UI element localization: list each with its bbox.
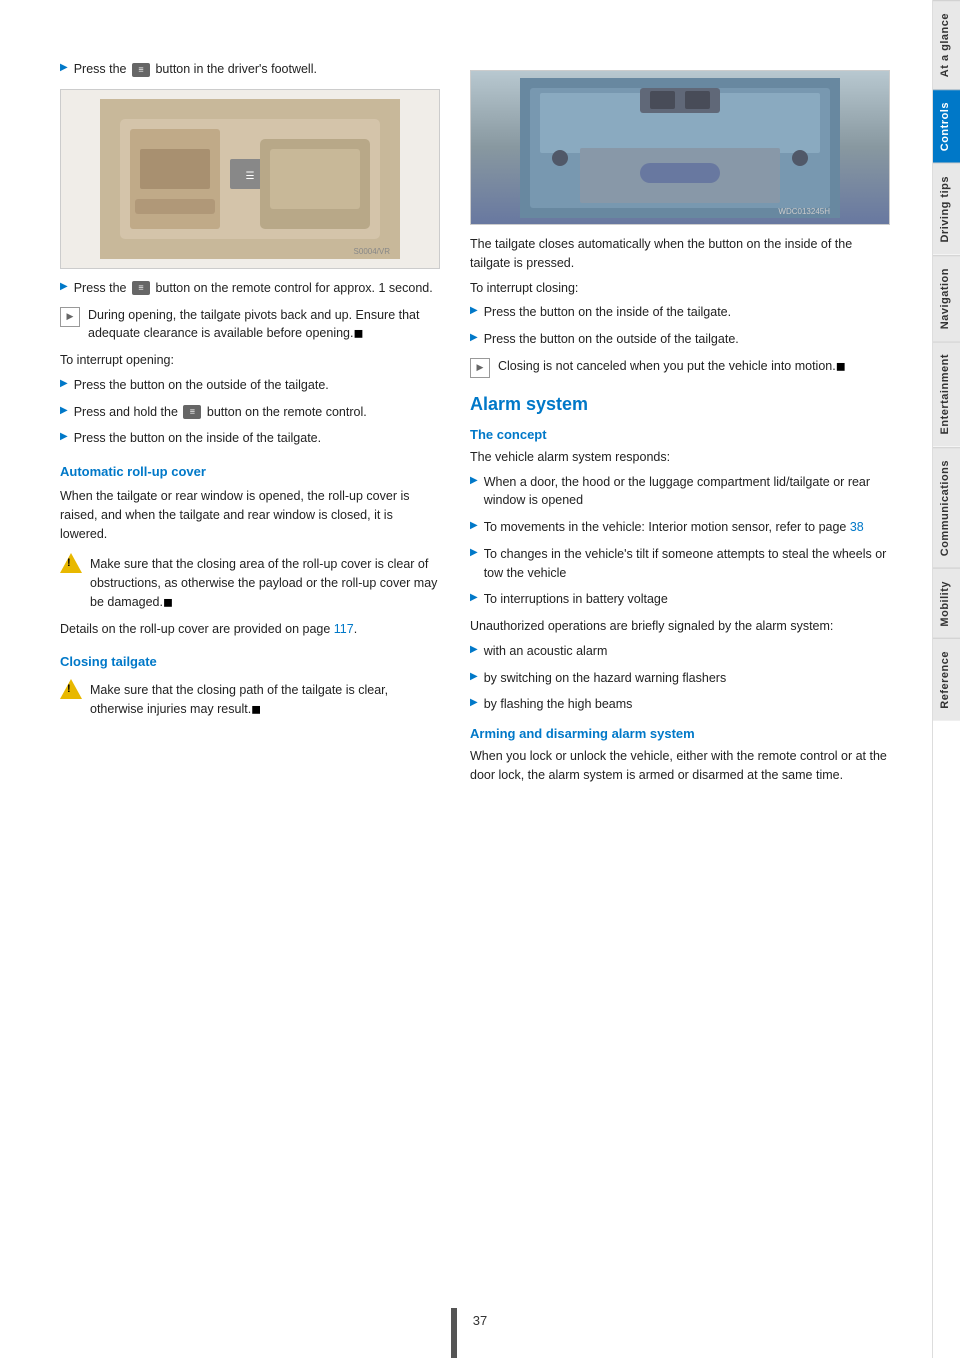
bullet-remote: ▶ Press the button on the remote control…	[60, 279, 440, 298]
unauthorized-bullet-1: ▶ with an acoustic alarm	[470, 642, 890, 661]
interrupt-bullet-2-text: Press and hold the button on the remote …	[74, 403, 367, 422]
to-interrupt-closing-label: To interrupt closing:	[470, 279, 890, 298]
closing-bullet-1-text: Press the button on the inside of the ta…	[484, 303, 731, 322]
trunk-image: WDC013245H	[470, 70, 890, 225]
sidebar-tab-entertainment[interactable]: Entertainment	[933, 341, 960, 446]
closing-bullet-1: ▶ Press the button on the inside of the …	[470, 303, 890, 322]
remote-button-2-icon	[183, 405, 201, 419]
trunk-image-container: WDC013245H	[470, 70, 890, 225]
automatic-rollup-heading: Automatic roll-up cover	[60, 464, 440, 479]
concept-bullet-1: ▶ When a door, the hood or the luggage c…	[470, 473, 890, 511]
notice-not-canceled: ▶ Closing is not canceled when you put t…	[470, 357, 890, 378]
unauthorized-bullet-2: ▶ by switching on the hazard warning fla…	[470, 669, 890, 688]
page-number-bar	[451, 1308, 457, 1358]
concept-arrow-3-icon: ▶	[470, 547, 478, 558]
sidebar-tab-controls[interactable]: Controls	[933, 89, 960, 163]
closing-bullet-2-text: Press the button on the outside of the t…	[484, 330, 739, 349]
concept-bullet-2-text: To movements in the vehicle: Interior mo…	[484, 518, 864, 537]
car-interior-image: ☰ S0004/VR	[60, 89, 440, 269]
unauth-arrow-1-icon: ▶	[470, 644, 478, 655]
concept-arrow-1-icon: ▶	[470, 475, 478, 486]
svg-text:S0004/VR: S0004/VR	[354, 247, 391, 256]
car-interior-svg: ☰ S0004/VR	[100, 99, 400, 259]
concept-bullet-4: ▶ To interruptions in battery voltage	[470, 590, 890, 609]
remote-button-icon	[132, 281, 150, 295]
unauth-arrow-2-icon: ▶	[470, 671, 478, 682]
sidebar-tab-at-a-glance[interactable]: At a glance	[933, 0, 960, 89]
interrupt-bullet-1: ▶ Press the button on the outside of the…	[60, 376, 440, 395]
car-interior-image-container: ☰ S0004/VR	[60, 89, 440, 269]
unauthorized-text: Unauthorized operations are briefly sign…	[470, 617, 890, 636]
unauthorized-bullet-3-text: by flashing the high beams	[484, 695, 633, 714]
remote-bullet-text: Press the button on the remote control f…	[74, 279, 433, 298]
bullet-arrow-2-icon: ▶	[60, 405, 68, 416]
warning-rollup: Make sure that the closing area of the r…	[60, 551, 440, 611]
concept-bullet-2: ▶ To movements in the vehicle: Interior …	[470, 518, 890, 537]
notice-opening: ▶ During opening, the tailgate pivots ba…	[60, 306, 440, 344]
warning-closing-icon	[60, 679, 82, 699]
tailgate-caption: The tailgate closes automatically when t…	[470, 235, 890, 273]
page-number: 37	[473, 1313, 487, 1328]
sidebar-tab-driving-tips[interactable]: Driving tips	[933, 163, 960, 255]
bullet-footwell: ▶ Press the button in the driver's footw…	[60, 60, 440, 79]
details-rollup-text: Details on the roll-up cover are provide…	[60, 620, 440, 639]
page-38-link[interactable]: 38	[850, 520, 864, 534]
concept-arrow-4-icon: ▶	[470, 592, 478, 603]
warning-closing: Make sure that the closing path of the t…	[60, 677, 440, 719]
concept-intro-text: The vehicle alarm system responds:	[470, 448, 890, 467]
notice-arrow-icon: ▶	[60, 307, 80, 327]
concept-bullet-3-text: To changes in the vehicle's tilt if some…	[484, 545, 890, 583]
sidebar-tab-reference[interactable]: Reference	[933, 638, 960, 721]
trunk-svg: WDC013245H	[520, 78, 840, 218]
bullet-arrow-icon: ▶	[60, 62, 68, 73]
left-column: ▶ Press the button in the driver's footw…	[60, 60, 440, 1298]
concept-bullet-3: ▶ To changes in the vehicle's tilt if so…	[470, 545, 890, 583]
unauth-arrow-3-icon: ▶	[470, 697, 478, 708]
bullet-arrow-remote-icon: ▶	[60, 281, 68, 292]
closing-arrow-1-icon: ▶	[470, 305, 478, 316]
closing-bullet-2: ▶ Press the button on the outside of the…	[470, 330, 890, 349]
svg-text:WDC013245H: WDC013245H	[778, 207, 830, 216]
the-concept-heading: The concept	[470, 427, 890, 442]
interrupt-bullet-3-text: Press the button on the inside of the ta…	[74, 429, 321, 448]
bullet-arrow-1-icon: ▶	[60, 378, 68, 389]
arming-heading: Arming and disarming alarm system	[470, 726, 890, 741]
warning-rollup-text: Make sure that the closing area of the r…	[90, 555, 440, 611]
concept-bullet-4-text: To interruptions in battery voltage	[484, 590, 668, 609]
svg-text:☰: ☰	[246, 171, 255, 182]
closing-arrow-2-icon: ▶	[470, 332, 478, 343]
closing-tailgate-heading: Closing tailgate	[60, 654, 440, 669]
interrupt-bullet-1-text: Press the button on the outside of the t…	[74, 376, 329, 395]
notice-not-canceled-icon: ▶	[470, 358, 490, 378]
warning-triangle-icon	[60, 553, 82, 573]
notice-not-canceled-text: Closing is not canceled when you put the…	[498, 357, 846, 376]
footwell-button-icon	[132, 63, 150, 77]
to-interrupt-opening-label: To interrupt opening:	[60, 351, 440, 370]
concept-bullet-1-text: When a door, the hood or the luggage com…	[484, 473, 890, 511]
unauthorized-bullet-1-text: with an acoustic alarm	[484, 642, 608, 661]
unauthorized-bullet-3: ▶ by flashing the high beams	[470, 695, 890, 714]
interrupt-bullet-2: ▶ Press and hold the button on the remot…	[60, 403, 440, 422]
notice-opening-text: During opening, the tailgate pivots back…	[88, 306, 440, 344]
warning-closing-text: Make sure that the closing path of the t…	[90, 681, 440, 719]
sidebar-tabs: At a glance Controls Driving tips Naviga…	[932, 0, 960, 1358]
interrupt-bullet-3: ▶ Press the button on the inside of the …	[60, 429, 440, 448]
unauthorized-bullet-2-text: by switching on the hazard warning flash…	[484, 669, 727, 688]
footwell-bullet-text: Press the button in the driver's footwel…	[74, 60, 317, 79]
automatic-rollup-text: When the tailgate or rear window is open…	[60, 487, 440, 543]
right-column: WDC013245H The tailgate closes automatic…	[470, 60, 890, 1298]
concept-arrow-2-icon: ▶	[470, 520, 478, 531]
bullet-arrow-3-icon: ▶	[60, 431, 68, 442]
sidebar-tab-mobility[interactable]: Mobility	[933, 568, 960, 639]
page-117-link[interactable]: 117	[334, 622, 354, 636]
alarm-system-heading: Alarm system	[470, 394, 890, 415]
arming-text: When you lock or unlock the vehicle, eit…	[470, 747, 890, 785]
sidebar-tab-communications[interactable]: Communications	[933, 447, 960, 568]
sidebar-tab-navigation[interactable]: Navigation	[933, 255, 960, 341]
